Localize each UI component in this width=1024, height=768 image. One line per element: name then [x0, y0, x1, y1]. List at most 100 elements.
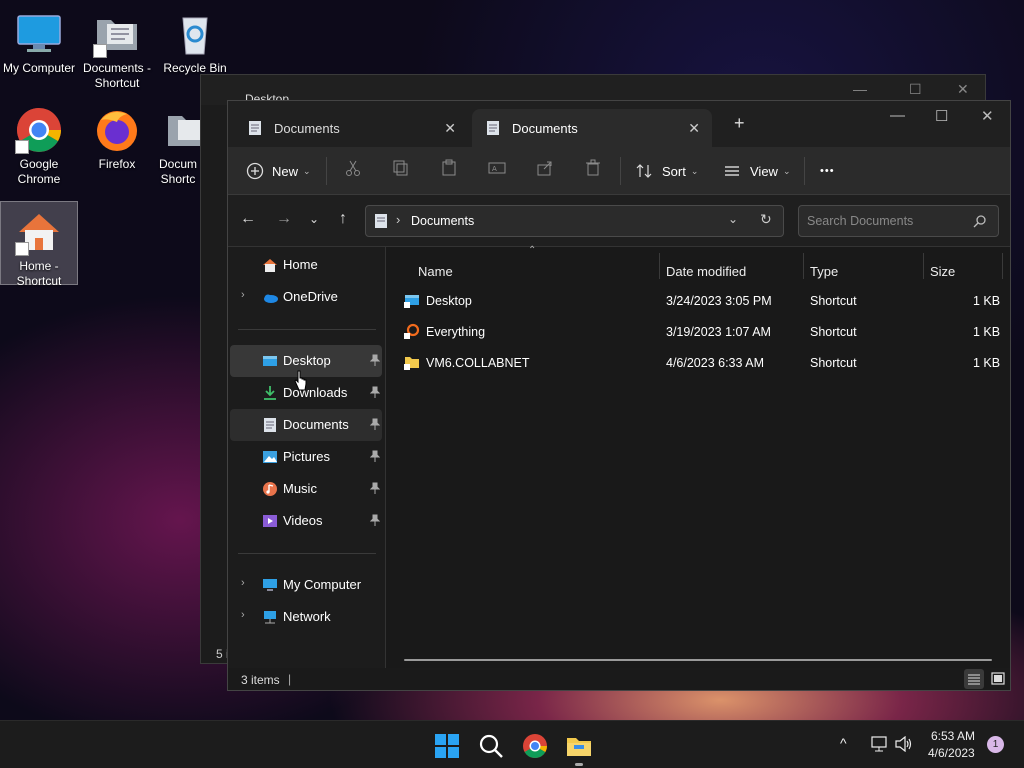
- volume-icon[interactable]: [895, 736, 913, 752]
- monitor-icon: [15, 10, 63, 58]
- tab-documents-2[interactable]: Documents ✕: [472, 109, 712, 147]
- taskbar: ^ 6:53 AM 4/6/2023 1: [0, 720, 1024, 768]
- navigation-pane: Home › OneDrive Desktop Downloads Docume…: [228, 247, 386, 668]
- view-button[interactable]: View ⌄: [724, 157, 791, 185]
- expand-chevron-icon[interactable]: ›: [241, 609, 245, 621]
- search-icon[interactable]: [478, 733, 504, 759]
- file-row[interactable]: VM6.COLLABNET 4/6/2023 6:33 AM Shortcut …: [402, 349, 1002, 377]
- notification-badge[interactable]: 1: [987, 736, 1004, 753]
- tab-documents-1[interactable]: Documents ✕: [234, 109, 468, 147]
- expand-chevron-icon[interactable]: ›: [241, 289, 245, 301]
- nav-item-network[interactable]: › Network: [230, 601, 382, 633]
- delete-icon[interactable]: [584, 159, 602, 177]
- show-hidden-icons-chevron-icon[interactable]: ^: [840, 735, 847, 751]
- pin-icon[interactable]: [370, 354, 380, 366]
- breadcrumb-documents[interactable]: Documents: [411, 214, 474, 228]
- address-bar[interactable]: › Documents ⌄ ↻: [365, 205, 784, 237]
- windows-start-icon[interactable]: [434, 733, 460, 759]
- clock-time[interactable]: 6:53 AM: [931, 729, 975, 743]
- document-icon: [487, 121, 499, 135]
- nav-item-home[interactable]: Home: [230, 249, 382, 281]
- desktop-icon-documents-shortcut-2[interactable]: Docum Shortc: [156, 100, 200, 187]
- plus-circle-icon: [246, 162, 264, 180]
- file-explorer-icon[interactable]: [566, 733, 592, 759]
- pin-icon[interactable]: [370, 482, 380, 494]
- up-arrow-icon[interactable]: ↑: [333, 209, 353, 229]
- nav-item-onedrive[interactable]: › OneDrive: [230, 281, 382, 313]
- nav-item-pictures[interactable]: Pictures: [230, 441, 382, 473]
- column-header-name[interactable]: Name: [418, 257, 453, 285]
- column-header-type[interactable]: Type: [810, 257, 838, 285]
- address-dropdown-chevron-icon[interactable]: ⌄: [728, 212, 738, 226]
- file-row[interactable]: Desktop 3/24/2023 3:05 PM Shortcut 1 KB: [402, 287, 1002, 315]
- network-status-icon[interactable]: [871, 736, 889, 752]
- desktop-icon-label: My Computer: [2, 61, 76, 75]
- details-view-icon[interactable]: [964, 669, 984, 689]
- copy-icon[interactable]: [392, 159, 410, 177]
- desktop-icon-documents-shortcut[interactable]: Documents - Shortcut: [78, 4, 156, 91]
- clock-date[interactable]: 4/6/2023: [928, 746, 975, 760]
- column-separator[interactable]: [659, 253, 660, 279]
- rename-icon[interactable]: A: [488, 159, 506, 177]
- horizontal-scrollbar[interactable]: [404, 659, 992, 661]
- nav-item-my-computer[interactable]: › My Computer: [230, 569, 382, 601]
- expand-chevron-icon[interactable]: ›: [241, 577, 245, 589]
- nav-item-documents[interactable]: Documents: [230, 409, 382, 441]
- paste-icon[interactable]: [440, 159, 458, 177]
- back-arrow-icon[interactable]: ←: [238, 209, 258, 229]
- desktop-folder-icon: [263, 356, 277, 366]
- firefox-icon: [93, 106, 141, 154]
- file-type: Shortcut: [810, 356, 857, 370]
- shortcut-arrow-icon: [93, 44, 107, 58]
- minimize-button[interactable]: —: [890, 107, 905, 124]
- file-explorer-window[interactable]: Documents ✕ Documents ✕ + — ☐ ✕ New ⌄ A …: [227, 100, 1011, 691]
- desktop-shortcut-icon: [404, 295, 419, 308]
- forward-arrow-icon[interactable]: →: [274, 209, 294, 229]
- document-icon: [375, 214, 387, 228]
- nav-item-music[interactable]: Music: [230, 473, 382, 505]
- cut-icon[interactable]: [344, 159, 362, 177]
- close-tab-icon[interactable]: ✕: [688, 120, 700, 137]
- column-separator[interactable]: [1002, 253, 1003, 279]
- svg-text:A: A: [492, 165, 497, 173]
- back-window-maximize-button[interactable]: ☐: [909, 81, 922, 98]
- back-window-close-button[interactable]: ✕: [957, 81, 969, 98]
- chrome-icon[interactable]: [522, 733, 548, 759]
- nav-item-videos[interactable]: Videos: [230, 505, 382, 537]
- pin-icon[interactable]: [370, 450, 380, 462]
- mouse-pointer-icon: [294, 370, 307, 391]
- pin-icon[interactable]: [370, 418, 380, 430]
- back-window-minimize-button[interactable]: —: [853, 81, 867, 97]
- desktop-icon-recycle-bin[interactable]: Recycle Bin: [156, 4, 234, 76]
- file-row[interactable]: Everything 3/19/2023 1:07 AM Shortcut 1 …: [402, 318, 1002, 346]
- new-button[interactable]: New ⌄: [246, 157, 311, 185]
- share-icon[interactable]: [536, 159, 554, 177]
- column-separator[interactable]: [803, 253, 804, 279]
- desktop-icon-firefox[interactable]: Firefox: [78, 100, 156, 172]
- tiles-view-icon[interactable]: [988, 669, 1008, 689]
- column-separator[interactable]: [923, 253, 924, 279]
- tab-label: Documents: [512, 120, 578, 136]
- desktop-icon-home-shortcut[interactable]: Home - Shortcut: [0, 201, 78, 288]
- nav-divider: [238, 329, 376, 330]
- more-options-button[interactable]: •••: [820, 157, 835, 185]
- column-header-date[interactable]: Date modified: [666, 257, 746, 285]
- desktop-icon-google-chrome[interactable]: Google Chrome: [0, 100, 78, 187]
- pin-icon[interactable]: [370, 514, 380, 526]
- new-tab-button[interactable]: +: [734, 113, 745, 134]
- sort-ascending-caret-icon: ⌃: [528, 245, 537, 256]
- file-date: 4/6/2023 6:33 AM: [666, 356, 764, 370]
- close-tab-icon[interactable]: ✕: [444, 120, 456, 137]
- recent-locations-chevron-icon[interactable]: ⌄: [304, 209, 324, 229]
- close-button[interactable]: ✕: [981, 107, 994, 125]
- pin-icon[interactable]: [370, 386, 380, 398]
- refresh-icon[interactable]: ↻: [760, 211, 772, 228]
- desktop-icon-my-computer[interactable]: My Computer: [0, 4, 78, 76]
- search-input[interactable]: Search Documents: [798, 205, 999, 237]
- maximize-button[interactable]: ☐: [935, 107, 948, 125]
- sort-button[interactable]: Sort ⌄: [636, 157, 698, 185]
- document-folder-icon: [93, 10, 141, 58]
- search-icon: [973, 215, 986, 228]
- file-date: 3/19/2023 1:07 AM: [666, 325, 771, 339]
- column-header-size[interactable]: Size: [930, 257, 955, 285]
